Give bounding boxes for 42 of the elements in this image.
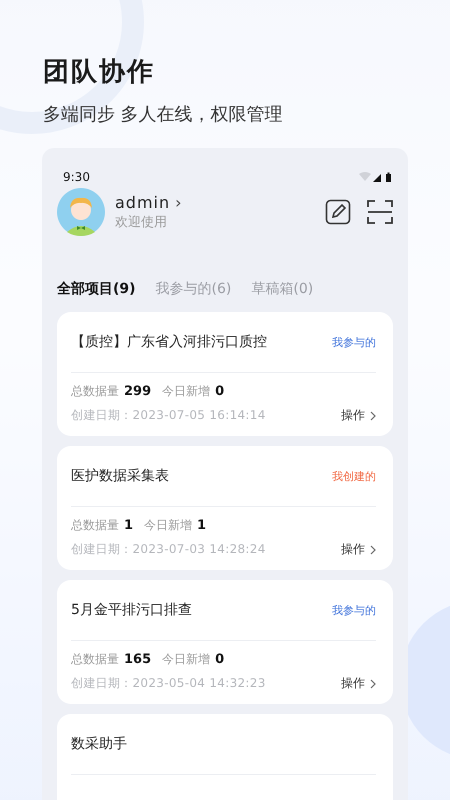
- tab[interactable]: 全部项目(9): [57, 280, 136, 298]
- stat-value: 0: [215, 652, 224, 667]
- project-card[interactable]: 数采助手: [57, 714, 393, 800]
- page-subtitle: 多端同步 多人在线，权限管理: [43, 103, 283, 127]
- stat-value: 1: [124, 518, 134, 533]
- page-title: 团队协作: [43, 56, 155, 89]
- stat-value: 0: [215, 384, 224, 399]
- status-time: 9:30: [63, 170, 90, 184]
- stat-label: 总数据量: [71, 383, 119, 400]
- project-tag: 我参与的: [332, 334, 376, 350]
- project-title: 【质控】广东省入河排污口质控: [71, 333, 267, 351]
- project-title: 5月金平排污口排查: [71, 601, 192, 619]
- project-tag: 我创建的: [332, 468, 376, 484]
- project-title: 医护数据采集表: [71, 467, 169, 485]
- stat-label: 总数据量: [71, 517, 119, 534]
- status-icons: [359, 171, 393, 183]
- action-link[interactable]: 操作: [341, 675, 365, 692]
- chevron-icon[interactable]: [370, 410, 376, 420]
- chevron-icon[interactable]: ›: [175, 193, 183, 212]
- created-date: 创建日期：2023-07-05 16:14:14: [71, 407, 267, 424]
- stat-value: 1: [197, 518, 206, 533]
- chevron-icon[interactable]: [370, 678, 376, 688]
- project-title: 数采助手: [71, 735, 127, 753]
- scan-icon[interactable]: [367, 199, 393, 225]
- stat-value: 165: [124, 652, 152, 667]
- project-card[interactable]: 医护数据采集表 我创建的 总数据量 1 今日新增 1 创建日期：2023-07-03 14:28:24 操作: [57, 446, 393, 570]
- action-link[interactable]: 操作: [341, 541, 365, 558]
- created-date: 创建日期：2023-07-03 14:28:24: [71, 541, 267, 558]
- chevron-icon[interactable]: [370, 544, 376, 554]
- stat-label: 今日新增: [162, 383, 210, 400]
- stat-label: 今日新增: [162, 651, 210, 668]
- greeting-text: 欢迎使用: [115, 214, 168, 231]
- edit-icon[interactable]: [325, 199, 351, 225]
- user-name[interactable]: admin: [115, 193, 170, 212]
- stat-value: 299: [124, 384, 152, 399]
- created-date: 创建日期：2023-05-04 14:32:23: [71, 675, 267, 692]
- project-card[interactable]: 【质控】广东省入河排污口质控 我参与的 总数据量 299 今日新增 0 创建日期：2023-07-05 16:14:14 操作: [57, 312, 393, 436]
- stat-label: 总数据量: [71, 651, 119, 668]
- stat-label: 今日新增: [144, 517, 192, 534]
- project-tag: 我参与的: [332, 602, 376, 618]
- action-link[interactable]: 操作: [341, 407, 365, 424]
- project-card[interactable]: 5月金平排污口排查 我参与的 总数据量 165 今日新增 0 创建日期：2023-05-04 14:32:23 操作: [57, 580, 393, 704]
